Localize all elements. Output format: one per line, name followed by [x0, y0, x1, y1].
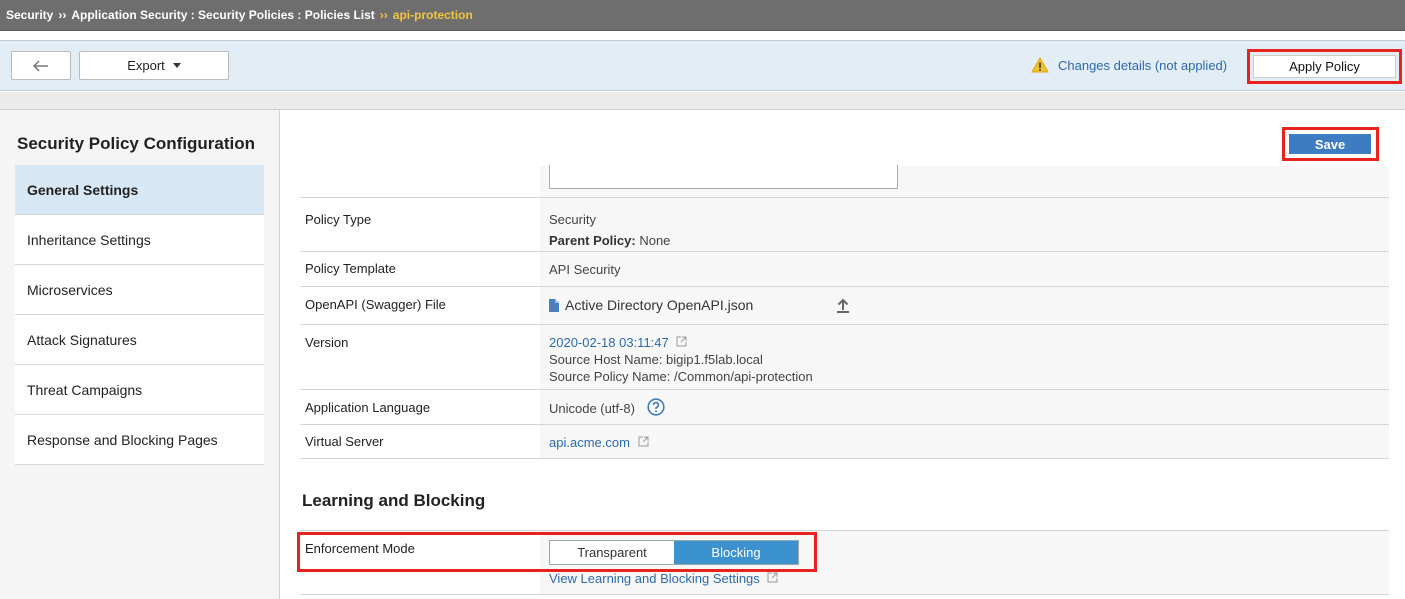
file-icon [549, 299, 559, 312]
sidebar-item-inheritance-settings[interactable]: Inheritance Settings [15, 215, 264, 265]
apply-policy-highlight: Apply Policy [1247, 49, 1402, 84]
enforcement-transparent-option[interactable]: Transparent [550, 541, 674, 564]
description-row [300, 165, 1389, 198]
version-row: Version 2020-02-18 03:11:47 Source Host … [300, 325, 1389, 390]
external-link-icon [638, 436, 649, 447]
application-language-row: Application Language Unicode (utf-8) [300, 390, 1389, 425]
save-highlight: Save [1282, 127, 1379, 161]
external-link-icon [767, 572, 778, 583]
caret-down-icon [172, 63, 181, 68]
sidebar-item-threat-campaigns[interactable]: Threat Campaigns [15, 365, 264, 415]
learning-blocking-title: Learning and Blocking [302, 491, 486, 510]
toolbar: Export Changes details (not applied) App… [0, 40, 1405, 91]
breadcrumb: Security ›› Application Security : Secur… [0, 0, 1405, 31]
upload-icon[interactable] [836, 298, 850, 313]
arrow-left-icon [33, 59, 48, 72]
warning-icon [1031, 57, 1049, 73]
openapi-row: OpenAPI (Swagger) File Active Directory … [300, 287, 1389, 325]
openapi-value: Active Directory OpenAPI.json [549, 297, 753, 314]
policy-template-value: API Security [549, 262, 621, 277]
enforcement-mode-toggle: Transparent Blocking [549, 540, 799, 565]
openapi-label: OpenAPI (Swagger) File [305, 297, 446, 312]
version-value: 2020-02-18 03:11:47 Source Host Name: bi… [549, 334, 813, 385]
enforcement-blocking-option[interactable]: Blocking [674, 541, 798, 564]
main-content: Save Policy Type Security Parent Policy:… [281, 111, 1405, 599]
parent-policy-label: Parent Policy: [549, 233, 636, 248]
sidebar-item-microservices[interactable]: Microservices [15, 265, 264, 315]
source-host-name: Source Host Name: bigip1.f5lab.local [549, 352, 763, 367]
description-textarea[interactable] [549, 165, 898, 189]
parent-policy-value: None [639, 233, 671, 248]
policy-type-value: Security Parent Policy: None [549, 211, 670, 249]
export-label: Export [127, 58, 165, 73]
back-button[interactable] [11, 51, 71, 80]
sidebar-title: Security Policy Configuration [17, 134, 256, 153]
version-label: Version [305, 335, 349, 350]
policy-type-label: Policy Type [305, 212, 372, 227]
policy-type-row: Policy Type Security Parent Policy: None [300, 198, 1389, 252]
view-learning-blocking-settings-link[interactable]: View Learning and Blocking Settings [549, 571, 760, 586]
enforcement-mode-label: Enforcement Mode [305, 541, 415, 556]
policy-type-text: Security [549, 212, 596, 227]
virtual-server-label: Virtual Server [305, 434, 384, 449]
breadcrumb-separator: ›› [379, 8, 388, 22]
toolbar-divider [0, 92, 1405, 110]
version-date-link[interactable]: 2020-02-18 03:11:47 [549, 335, 669, 350]
help-icon[interactable] [647, 398, 665, 416]
breadcrumb-current: api-protection [392, 8, 473, 22]
save-button[interactable]: Save [1289, 134, 1371, 154]
changes-details: Changes details (not applied) [1031, 57, 1227, 73]
external-link-icon [676, 336, 687, 347]
breadcrumb-item-policies-list[interactable]: Application Security : Security Policies… [71, 8, 374, 22]
learning-settings-link-wrap: View Learning and Blocking Settings [549, 571, 778, 586]
sidebar-item-attack-signatures[interactable]: Attack Signatures [15, 315, 264, 365]
application-language-label: Application Language [305, 400, 431, 415]
virtual-server-row: Virtual Server api.acme.com [300, 425, 1389, 459]
changes-details-link[interactable]: Changes details (not applied) [1058, 58, 1227, 73]
sidebar-item-response-blocking-pages[interactable]: Response and Blocking Pages [15, 415, 264, 465]
sidebar-nav: General Settings Inheritance Settings Mi… [15, 165, 264, 465]
policy-template-row: Policy Template API Security [300, 252, 1389, 287]
settings-table: Policy Type Security Parent Policy: None… [300, 165, 1389, 459]
virtual-server-link[interactable]: api.acme.com [549, 435, 630, 450]
openapi-filename: Active Directory OpenAPI.json [565, 297, 754, 313]
policy-template-label: Policy Template [305, 261, 396, 276]
sidebar: Security Policy Configuration General Se… [0, 110, 280, 599]
source-policy-name: Source Policy Name: /Common/api-protecti… [549, 369, 813, 384]
breadcrumb-separator: ›› [58, 8, 67, 22]
application-language-value: Unicode (utf-8) [549, 401, 635, 416]
apply-policy-button[interactable]: Apply Policy [1253, 55, 1396, 78]
sidebar-item-general-settings[interactable]: General Settings [15, 165, 264, 215]
virtual-server-value: api.acme.com [549, 434, 649, 451]
export-button[interactable]: Export [79, 51, 229, 80]
breadcrumb-item-security[interactable]: Security [6, 8, 53, 22]
